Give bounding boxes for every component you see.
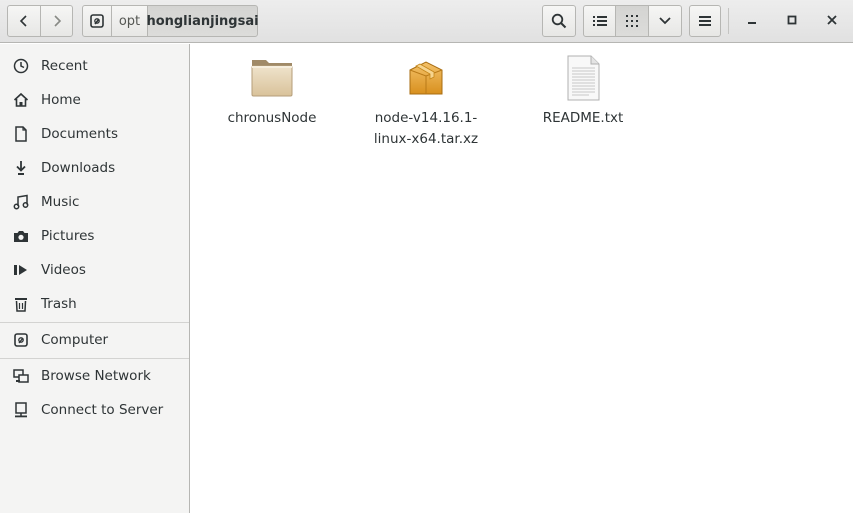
path-crumb-label: opt — [118, 13, 141, 29]
sidebar-item-pictures[interactable]: Pictures — [0, 219, 189, 253]
file-name-line: linux-x64.tar.xz — [373, 131, 479, 147]
network-icon — [12, 367, 30, 385]
file-item-text[interactable]: README.txt — [523, 54, 643, 129]
view-list-button[interactable] — [583, 5, 616, 37]
music-icon — [12, 193, 30, 211]
view-list-icon — [592, 15, 607, 27]
view-options-button[interactable] — [648, 5, 682, 37]
sidebar-item-label: Pictures — [41, 228, 95, 244]
sidebar-item-documents[interactable]: Documents — [0, 117, 189, 151]
chevron-down-icon — [658, 16, 672, 26]
sidebar: Recent Home Documents Downloads Music Pi… — [0, 44, 190, 513]
video-icon — [12, 261, 30, 279]
clock-icon — [12, 57, 30, 75]
file-name-line: node-v14.16.1- — [374, 110, 478, 126]
sidebar-item-recent[interactable]: Recent — [0, 49, 189, 83]
sidebar-item-label: Computer — [41, 332, 109, 348]
path-crumb-current[interactable]: honglianjingsai — [146, 5, 259, 37]
document-icon — [12, 125, 30, 143]
trash-icon — [12, 295, 30, 313]
drive-icon — [90, 14, 104, 28]
sidebar-item-home[interactable]: Home — [0, 83, 189, 117]
sidebar-item-downloads[interactable]: Downloads — [0, 151, 189, 185]
minimize-button[interactable] — [740, 9, 764, 33]
search-button[interactable] — [542, 5, 576, 37]
file-name: README.txt — [542, 110, 624, 126]
file-item-folder[interactable]: chronusNode — [212, 54, 332, 129]
package-icon — [409, 61, 443, 95]
home-icon — [12, 91, 30, 109]
view-grid-button[interactable] — [615, 5, 649, 37]
sidebar-item-connect-to-server[interactable]: Connect to Server — [0, 393, 189, 427]
file-view: chronusNode node-v14.16.1- linux-x64.tar… — [191, 44, 853, 513]
sidebar-item-label: Videos — [41, 262, 86, 278]
sidebar-item-label: Browse Network — [41, 368, 151, 384]
sidebar-item-label: Trash — [41, 296, 77, 312]
sidebar-item-label: Documents — [41, 126, 118, 142]
sidebar-item-label: Connect to Server — [41, 402, 164, 418]
sidebar-item-music[interactable]: Music — [0, 185, 189, 219]
back-button[interactable] — [7, 5, 41, 37]
view-grid-icon — [626, 15, 638, 27]
text-file-icon — [567, 55, 600, 101]
minimize-icon — [747, 14, 757, 29]
path-crumb-opt[interactable]: opt — [111, 5, 148, 37]
forward-button[interactable] — [40, 5, 73, 37]
header-bar: opt honglianjingsai — [0, 0, 853, 43]
sidebar-item-label: Recent — [41, 58, 88, 74]
hamburger-menu-icon — [699, 15, 711, 27]
file-item-archive[interactable]: node-v14.16.1- linux-x64.tar.xz — [366, 54, 486, 150]
go-next-icon — [51, 14, 63, 28]
close-icon — [827, 14, 837, 29]
sidebar-item-videos[interactable]: Videos — [0, 253, 189, 287]
folder-icon — [251, 60, 293, 97]
sidebar-item-label: Downloads — [41, 160, 116, 176]
server-icon — [12, 401, 30, 419]
header-separator — [728, 8, 729, 34]
go-previous-icon — [18, 14, 30, 28]
sidebar-item-label: Music — [41, 194, 80, 210]
sidebar-item-trash[interactable]: Trash — [0, 287, 189, 321]
close-button[interactable] — [820, 9, 844, 33]
path-root-button[interactable] — [82, 5, 112, 37]
sidebar-item-label: Home — [41, 92, 81, 108]
drive-icon — [12, 331, 30, 349]
camera-icon — [12, 227, 30, 245]
path-crumb-label: honglianjingsai — [146, 13, 259, 29]
sidebar-item-browse-network[interactable]: Browse Network — [0, 359, 189, 393]
file-name: chronusNode — [227, 110, 317, 126]
search-icon — [551, 13, 567, 29]
sidebar-item-computer[interactable]: Computer — [0, 323, 189, 357]
maximize-icon — [787, 14, 797, 29]
menu-button[interactable] — [689, 5, 721, 37]
file-name: node-v14.16.1- linux-x64.tar.xz — [366, 108, 486, 150]
maximize-button[interactable] — [780, 9, 804, 33]
download-icon — [12, 159, 30, 177]
